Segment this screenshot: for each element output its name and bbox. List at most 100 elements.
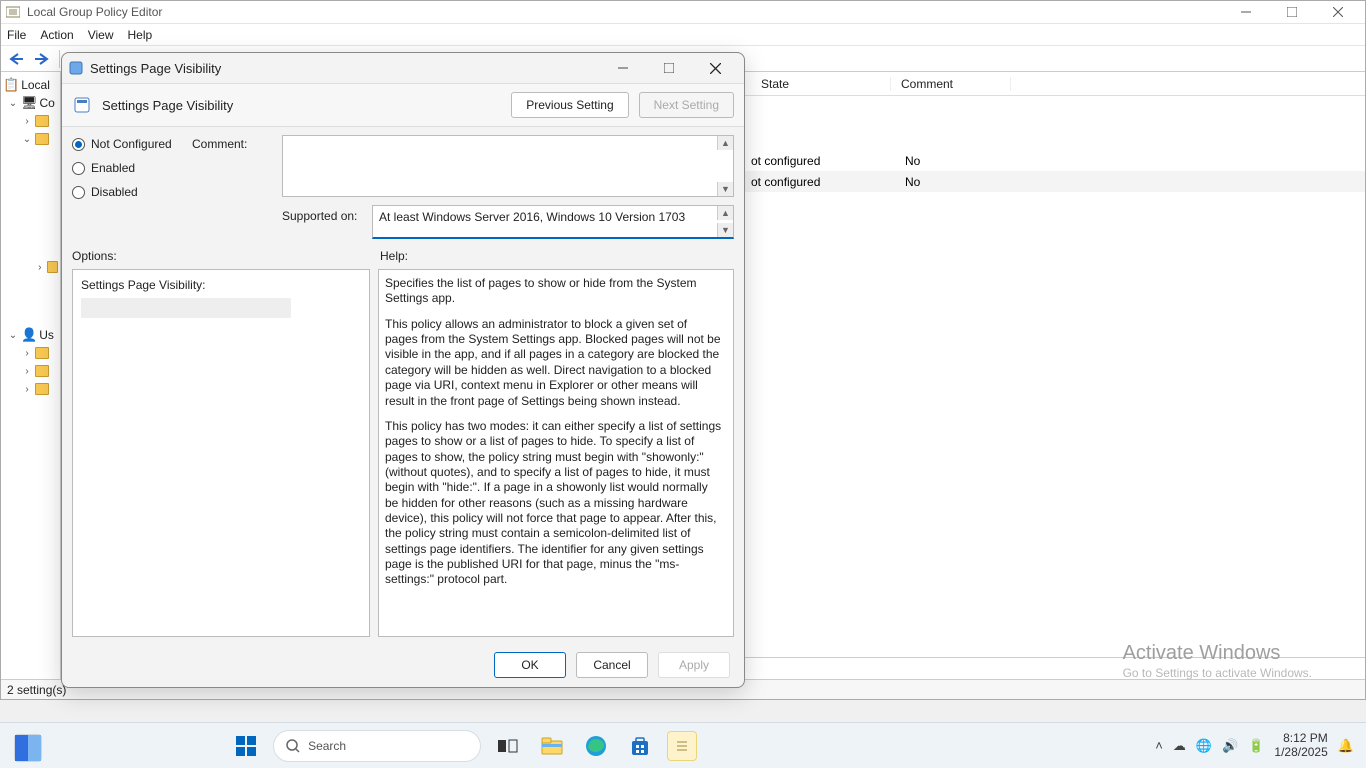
help-text-p3: This policy has two modes: it can either… <box>385 419 723 588</box>
supported-on-field[interactable]: At least Windows Server 2016, Windows 10… <box>372 205 734 239</box>
search-placeholder: Search <box>308 739 346 753</box>
radio-label: Enabled <box>91 161 135 175</box>
options-label: Options: <box>72 249 380 263</box>
scroll-up-icon[interactable]: ▲ <box>717 136 733 150</box>
menu-help[interactable]: Help <box>128 28 153 42</box>
gpedit-title: Local Group Policy Editor <box>27 5 1223 19</box>
search-icon <box>286 739 300 753</box>
maximize-button[interactable] <box>1269 1 1315 23</box>
cancel-button[interactable]: Cancel <box>576 652 648 678</box>
tree-folder[interactable]: › <box>3 344 58 362</box>
notepad-icon[interactable] <box>667 731 697 761</box>
cell-comment: No <box>901 175 1021 189</box>
tree-folder[interactable]: › <box>3 362 58 380</box>
tree-folder[interactable]: › <box>3 258 58 276</box>
chevron-down-icon[interactable]: ⌄ <box>7 330 19 341</box>
onedrive-icon[interactable]: ☁ <box>1173 738 1186 754</box>
chevron-right-icon[interactable]: › <box>21 116 33 127</box>
chevron-right-icon[interactable]: › <box>21 348 33 359</box>
radio-group: Not Configured Enabled Disabled <box>72 135 192 239</box>
tree-computer-config[interactable]: ⌄🖥Co <box>3 94 58 112</box>
dialog-buttons: OK Cancel Apply <box>62 643 744 687</box>
menu-action[interactable]: Action <box>40 28 73 42</box>
menu-view[interactable]: View <box>88 28 114 42</box>
taskbar-center: Search <box>229 729 697 763</box>
ok-button[interactable]: OK <box>494 652 566 678</box>
dialog-header: Settings Page Visibility Previous Settin… <box>62 83 744 127</box>
dialog-close-button[interactable] <box>692 54 738 82</box>
tree-comp-label: Co <box>40 96 55 110</box>
tree-spacer <box>3 148 58 258</box>
chevron-right-icon[interactable]: › <box>35 262 45 273</box>
close-button[interactable] <box>1315 1 1361 23</box>
dialog-maximize-button[interactable] <box>646 54 692 82</box>
chevron-right-icon[interactable]: › <box>21 384 33 395</box>
tree-folder[interactable]: › <box>3 112 58 130</box>
scroll-up-icon[interactable]: ▲ <box>717 206 733 220</box>
windows-logo-icon <box>236 736 256 756</box>
edge-browser-icon[interactable] <box>579 729 613 763</box>
taskbar: Search ˄ ☁ 🌐 🔊 🔋 8:12 PM 1/28/2025 🔔 <box>0 722 1366 768</box>
gpedit-titlebar: Local Group Policy Editor <box>1 1 1365 24</box>
radio-icon <box>72 162 85 175</box>
comment-label: Comment: <box>192 135 282 239</box>
options-textfield[interactable] <box>81 298 291 318</box>
dialog-minimize-button[interactable] <box>600 54 646 82</box>
task-view-icon[interactable] <box>491 729 525 763</box>
back-icon[interactable] <box>5 48 27 70</box>
chevron-right-icon[interactable]: › <box>21 366 33 377</box>
dialog-app-icon <box>68 60 84 76</box>
help-text-p2: This policy allows an administrator to b… <box>385 317 723 409</box>
computer-icon: 🖥 <box>21 95 38 111</box>
radio-enabled[interactable]: Enabled <box>72 161 192 175</box>
scroll-down-icon[interactable]: ▼ <box>717 182 733 196</box>
comment-textarea[interactable]: ▲ ▼ <box>282 135 734 197</box>
time-text: 8:12 PM <box>1274 732 1327 746</box>
taskbar-search[interactable]: Search <box>273 730 481 762</box>
col-state[interactable]: State <box>751 77 891 91</box>
chevron-down-icon[interactable]: ⌄ <box>21 134 33 145</box>
tree-user-config[interactable]: ⌄👤Us <box>3 326 58 344</box>
start-button[interactable] <box>229 729 263 763</box>
forward-icon[interactable] <box>31 48 53 70</box>
tree-root[interactable]: 📋Local <box>3 76 58 94</box>
policy-heading: Settings Page Visibility <box>102 98 501 113</box>
file-explorer-icon[interactable] <box>535 729 569 763</box>
supported-label: Supported on: <box>282 205 368 223</box>
tree-folder[interactable]: › <box>3 380 58 398</box>
col-comment[interactable]: Comment <box>891 77 1011 91</box>
radio-not-configured[interactable]: Not Configured <box>72 137 192 151</box>
folder-icon <box>47 261 59 273</box>
folder-icon <box>35 133 49 145</box>
copilot-button[interactable] <box>14 734 42 762</box>
radio-disabled[interactable]: Disabled <box>72 185 192 199</box>
folder-icon <box>35 383 49 395</box>
next-setting-button[interactable]: Next Setting <box>639 92 734 118</box>
cell-state: ot configured <box>747 154 901 168</box>
scroll-down-icon[interactable]: ▼ <box>717 223 733 237</box>
gpedit-tree[interactable]: 📋Local ⌄🖥Co › ⌄ › ⌄👤Us › › › <box>1 72 61 679</box>
battery-icon[interactable]: 🔋 <box>1248 738 1264 754</box>
minimize-button[interactable] <box>1223 1 1269 23</box>
cell-comment: No <box>901 154 1021 168</box>
help-pane[interactable]: Specifies the list of pages to show or h… <box>378 269 734 637</box>
radio-icon <box>72 138 85 151</box>
tray-chevron-icon[interactable]: ˄ <box>1155 738 1163 753</box>
language-icon[interactable]: 🌐 <box>1196 738 1212 754</box>
microsoft-store-icon[interactable] <box>623 729 657 763</box>
tree-spacer <box>3 276 58 326</box>
volume-icon[interactable]: 🔊 <box>1222 738 1238 754</box>
policy-heading-icon <box>72 95 92 115</box>
supported-value: At least Windows Server 2016, Windows 10… <box>379 210 685 224</box>
tree-folder[interactable]: ⌄ <box>3 130 58 148</box>
menu-file[interactable]: File <box>7 28 26 42</box>
config-section: Not Configured Enabled Disabled Comment:… <box>72 135 734 239</box>
options-field-label: Settings Page Visibility: <box>81 278 361 292</box>
apply-button[interactable]: Apply <box>658 652 730 678</box>
date-text: 1/28/2025 <box>1274 746 1327 760</box>
previous-setting-button[interactable]: Previous Setting <box>511 92 628 118</box>
chevron-down-icon[interactable]: ⌄ <box>7 98 19 109</box>
notifications-icon[interactable]: 🔔 <box>1338 738 1354 754</box>
dialog-title: Settings Page Visibility <box>90 61 600 76</box>
clock[interactable]: 8:12 PM 1/28/2025 <box>1274 732 1327 760</box>
